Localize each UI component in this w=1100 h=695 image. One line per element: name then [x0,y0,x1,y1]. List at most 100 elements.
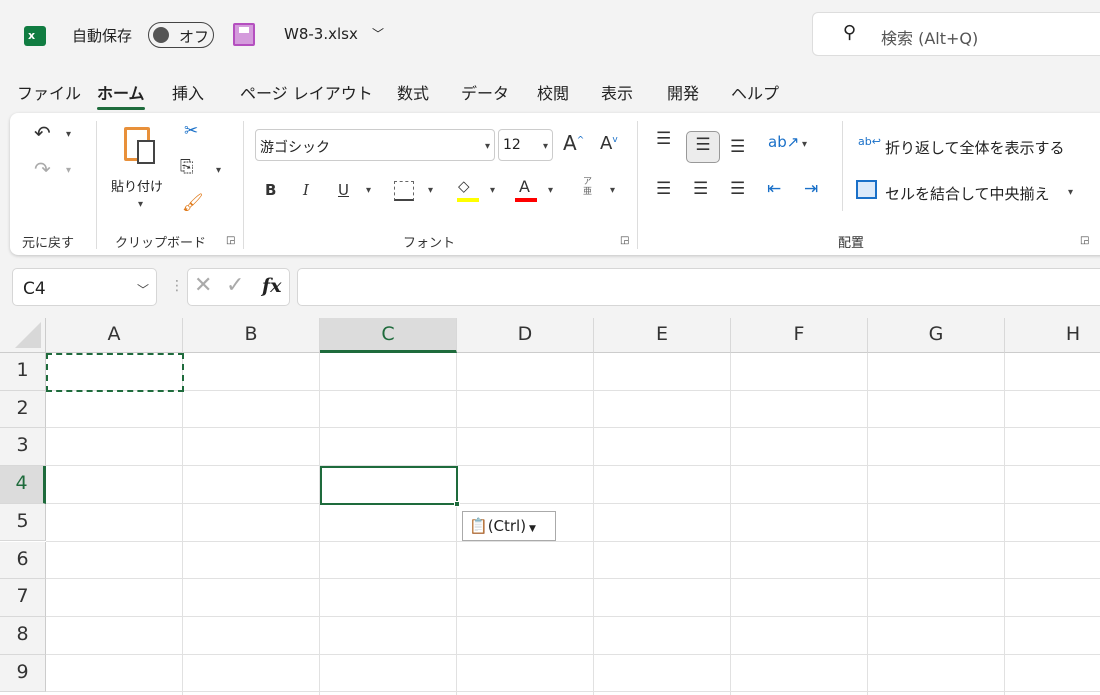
increase-indent-icon[interactable]: ⇥ [804,179,818,199]
row-header-8[interactable]: 8 [0,616,46,655]
tab-formulas[interactable]: 数式 [397,80,429,104]
autosave-label: 自動保存 [72,27,133,45]
phonetic-dropdown-icon[interactable]: ▾ [610,185,615,196]
borders-dropdown-icon[interactable]: ▾ [428,185,433,196]
insert-function-button[interactable]: fx [262,275,282,297]
column-header-F[interactable]: F [731,318,868,353]
search-box[interactable]: ⚲ 検索 (Alt+Q) [812,12,1100,56]
font-name-select[interactable]: 游ゴシック ▾ [255,129,495,161]
column-header-G[interactable]: G [868,318,1005,353]
align-bottom-icon[interactable]: ☰ [730,137,745,157]
search-placeholder: 検索 (Alt+Q) [881,29,979,48]
clipboard-launcher-icon[interactable]: ◲ [226,235,235,246]
cut-icon[interactable]: ✂ [184,121,198,141]
wrap-text-button[interactable]: 折り返して全体を表示する [885,137,1065,158]
copy-dropdown-icon[interactable]: ▾ [216,165,221,176]
select-all-button[interactable] [0,318,46,353]
undo-icon[interactable]: ↶ [34,121,51,145]
formula-input[interactable] [297,268,1100,306]
orientation-dropdown-icon[interactable]: ▾ [802,139,807,150]
paste-dropdown-icon[interactable]: ▾ [138,199,143,210]
search-icon: ⚲ [843,22,857,43]
format-painter-icon[interactable]: 🖌 [182,193,204,213]
column-header-A[interactable]: A [46,318,183,353]
merge-center-button[interactable]: セルを結合して中央揃え [885,183,1050,204]
formula-bar-grip-icon[interactable]: ⋮ [170,278,184,294]
autosave-state: オフ [179,28,210,46]
row-header-3[interactable]: 3 [0,428,46,467]
tab-home[interactable]: ホーム [97,80,145,110]
align-top-icon[interactable]: ☰ [656,129,671,149]
row-header-6[interactable]: 6 [0,541,46,580]
divider [637,121,638,249]
spreadsheet-grid[interactable]: A B C D E F G H 1 2 3 4 5 6 7 8 9 📋(Ctrl) ▼ [0,318,1100,695]
align-center-icon[interactable]: ☰ [693,179,708,199]
underline-button[interactable]: U [338,181,349,199]
phonetic-button[interactable]: ア亜 [583,177,593,197]
row-header-9[interactable]: 9 [0,654,46,693]
bold-button[interactable]: B [265,181,276,199]
alignment-launcher-icon[interactable]: ◲ [1080,235,1089,246]
file-name[interactable]: W8-3.xlsx [284,25,358,43]
active-cell-c4[interactable] [320,466,460,507]
chevron-down-icon: ▾ [484,141,490,152]
row-header-4[interactable]: 4 [0,466,46,504]
align-middle-icon[interactable]: ☰ [686,131,720,163]
tab-insert[interactable]: 挿入 [172,80,204,104]
row-header-7[interactable]: 7 [0,579,46,617]
gridline [46,578,1100,580]
filename-chevron-icon[interactable]: ﹀ [372,25,384,42]
tab-page-layout[interactable]: ページ レイアウト [240,80,373,104]
align-right-icon[interactable]: ☰ [730,179,745,199]
shrink-font-button[interactable]: Av [600,133,618,154]
autosave-toggle[interactable]: オフ [148,22,214,48]
fill-color-dropdown-icon[interactable]: ▾ [490,185,495,196]
gridline [46,427,1100,429]
paste-options-button[interactable]: 📋(Ctrl) ▼ [462,511,556,541]
name-box-value: C4 [23,279,46,299]
gridline [593,353,594,695]
copy-marquee-a1[interactable] [46,353,184,392]
grow-font-button[interactable]: A^ [563,131,584,155]
italic-button[interactable]: I [303,181,309,199]
row-header-5[interactable]: 5 [0,503,46,542]
row-header-2[interactable]: 2 [0,390,46,429]
align-left-icon[interactable]: ☰ [656,179,671,199]
paste-icon[interactable] [124,127,155,164]
font-color-icon[interactable]: A [519,177,530,196]
column-header-H[interactable]: H [1005,318,1100,353]
decrease-indent-icon[interactable]: ⇤ [767,179,781,199]
fill-handle[interactable] [454,500,460,507]
tab-data[interactable]: データ [461,80,509,104]
column-header-C[interactable]: C [320,318,457,353]
font-launcher-icon[interactable]: ◲ [620,235,629,246]
underline-dropdown-icon[interactable]: ▾ [366,185,371,196]
undo-dropdown-icon[interactable]: ▾ [66,129,71,140]
save-icon[interactable] [233,23,255,46]
paste-options-label: (Ctrl) [487,517,527,535]
column-header-D[interactable]: D [457,318,594,353]
column-header-B[interactable]: B [183,318,320,353]
tab-help[interactable]: ヘルプ [731,80,779,104]
tab-developer[interactable]: 開発 [667,80,699,104]
tab-view[interactable]: 表示 [601,80,633,104]
paste-button[interactable]: 貼り付け [111,176,163,195]
tab-file[interactable]: ファイル [17,80,81,104]
alignment-group-label: 配置 [838,236,865,251]
fill-color-icon[interactable]: ◇ [458,177,470,195]
font-size-select[interactable]: 12 ▾ [498,129,553,161]
orientation-icon[interactable]: ab↗ [768,133,799,151]
copy-icon[interactable]: ⎘ [180,157,194,177]
column-header-E[interactable]: E [594,318,731,353]
formula-buttons: ✕ ✓ fx [187,268,290,306]
borders-icon[interactable] [394,181,414,201]
row-header-1[interactable]: 1 [0,353,46,391]
tab-review[interactable]: 校閲 [537,80,569,104]
merge-dropdown-icon[interactable]: ▾ [1068,187,1073,198]
name-box-chevron-icon[interactable]: ﹀ [137,281,149,298]
font-color-dropdown-icon[interactable]: ▾ [548,185,553,196]
redo-icon: ↷ [34,157,51,181]
enter-icon: ✓ [226,273,245,298]
redo-dropdown-icon: ▾ [66,165,72,176]
name-box[interactable]: C4 ﹀ [12,268,157,306]
